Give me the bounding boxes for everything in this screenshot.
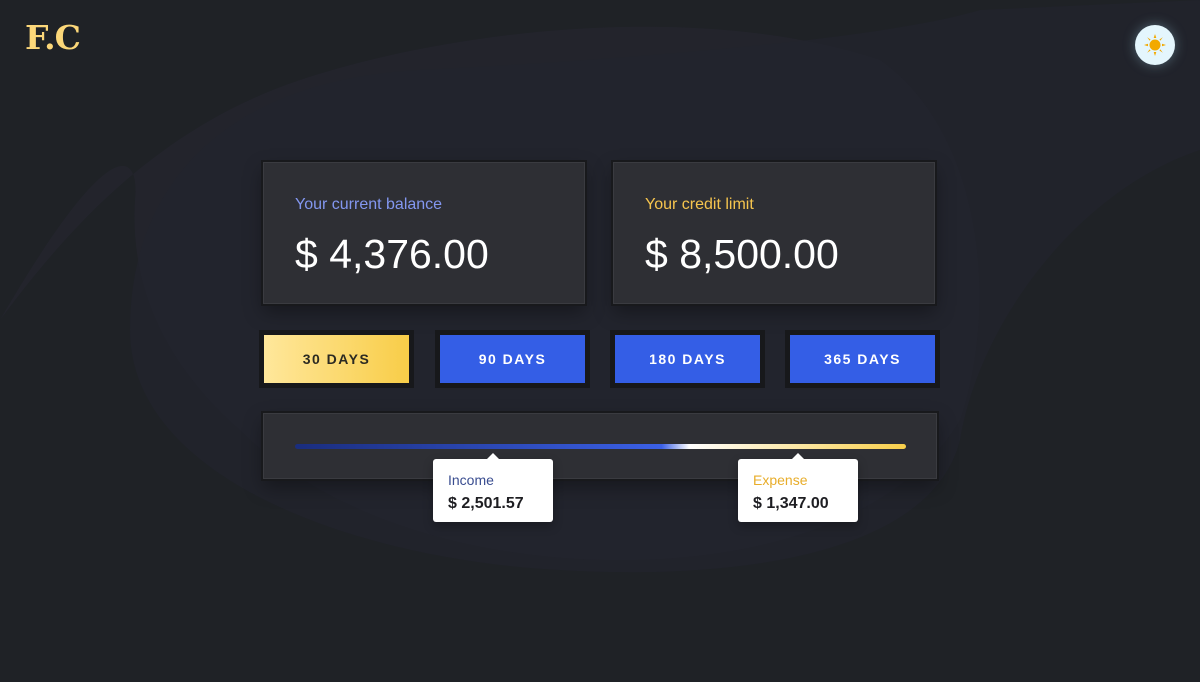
income-expense-bar [295, 444, 906, 449]
period-30-days-button[interactable]: 30 DAYS [264, 335, 409, 383]
app-logo: F.C [25, 18, 81, 57]
credit-limit-label: Your credit limit [645, 196, 754, 213]
credit-limit-value: $ 8,500.00 [645, 231, 839, 277]
expense-label: Expense [753, 472, 808, 488]
income-label: Income [448, 472, 494, 488]
current-balance-card: Your current balance $ 4,376.00 [263, 162, 585, 304]
sun-icon [1144, 34, 1166, 56]
credit-limit-card: Your credit limit $ 8,500.00 [613, 162, 935, 304]
period-365-days-button[interactable]: 365 DAYS [790, 335, 935, 383]
background-blob [0, 0, 1200, 573]
theme-toggle-button[interactable] [1135, 25, 1175, 65]
balance-label: Your current balance [295, 196, 443, 213]
balance-value: $ 4,376.00 [295, 231, 489, 277]
income-value: $ 2,501.57 [448, 495, 524, 512]
period-90-days-button[interactable]: 90 DAYS [440, 335, 585, 383]
expense-value: $ 1,347.00 [753, 495, 829, 512]
income-tooltip: Income $ 2,501.57 [433, 453, 553, 522]
expense-tooltip: Expense $ 1,347.00 [738, 453, 858, 522]
period-180-days-button[interactable]: 180 DAYS [615, 335, 760, 383]
